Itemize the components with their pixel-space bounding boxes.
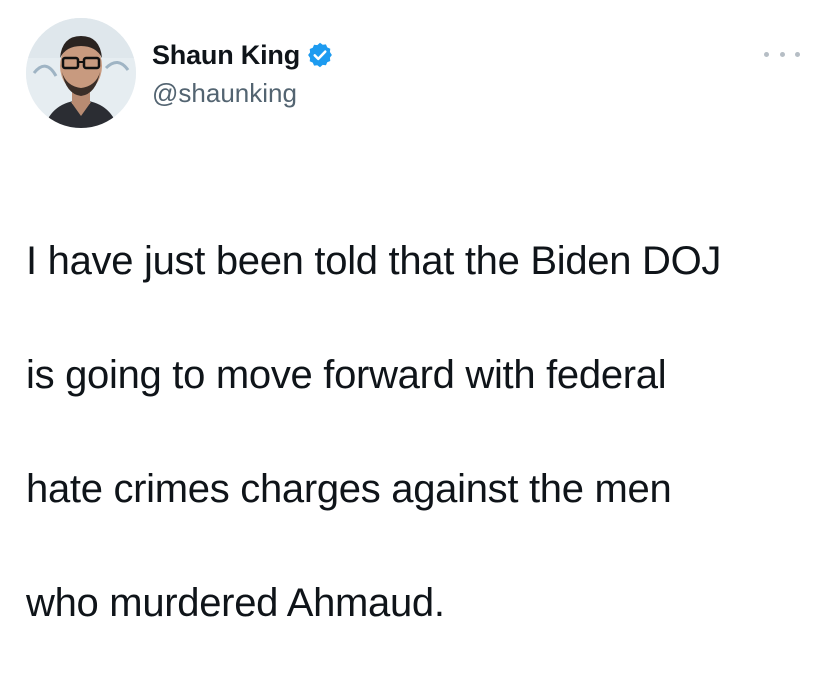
more-horizontal-icon[interactable] — [764, 44, 800, 64]
display-name[interactable]: Shaun King — [152, 40, 300, 71]
tweet-text: I have just been told that the Biden DOJ… — [26, 176, 816, 689]
display-name-row: Shaun King — [152, 36, 334, 74]
more-dot — [795, 51, 800, 57]
tweet-card: Shaun King @shaunking I have just been t… — [0, 0, 831, 625]
user-handle[interactable]: @shaunking — [152, 78, 334, 109]
avatar[interactable] — [26, 18, 136, 128]
tweet-header: Shaun King @shaunking — [26, 18, 806, 128]
tweet-text-line: I have just been told that the Biden DOJ — [26, 239, 722, 283]
more-dot — [779, 51, 785, 57]
tweet-text-line: hate crimes charges against the men — [26, 467, 672, 511]
verified-badge-icon — [306, 41, 334, 69]
avatar-photo — [26, 18, 136, 128]
tweet-text-line: who murdered Ahmaud. — [26, 581, 445, 625]
tweet-text-line: is going to move forward with federal — [26, 353, 667, 397]
more-dot — [764, 51, 769, 57]
user-names: Shaun King @shaunking — [152, 36, 334, 109]
